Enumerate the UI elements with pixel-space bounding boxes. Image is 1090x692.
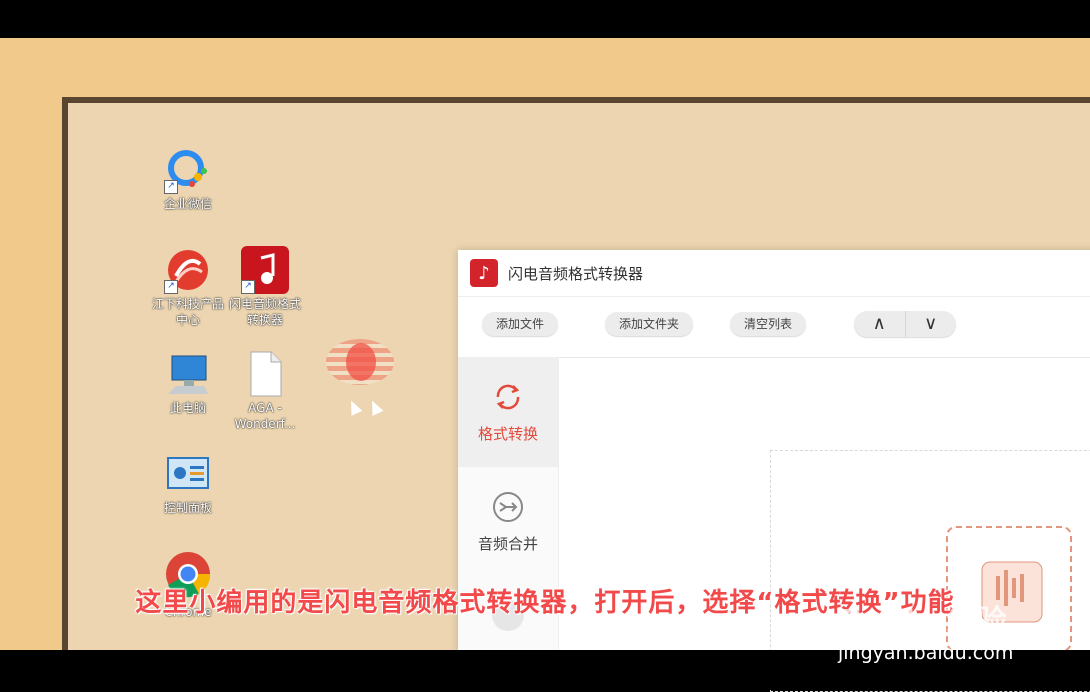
top-letterbox [0,0,1090,38]
desktop-icon-label: AGA - Wonderf... [234,401,296,431]
desktop-icon-label: 企业微信 [163,197,212,211]
sidebar: 格式转换 音频合并 [458,357,559,670]
desktop-icon-aga-file[interactable]: AGA - Wonderf... [220,350,310,432]
wecom-icon: ↗ [164,146,212,194]
desktop-icon-wecom[interactable]: ↗ 企业微信 [143,146,233,212]
app-title-bar: ♪ 闪电音频格式转换器 [458,250,1090,296]
computer-icon [164,350,212,398]
sidebar-item-format-convert[interactable]: 格式转换 [458,357,558,467]
desktop-icon-audio-converter[interactable]: ↗ 闪电音频格式转换器 [220,246,310,328]
sidebar-item-label: 格式转换 [477,425,538,443]
refresh-icon [492,381,524,413]
add-folder-button[interactable]: 添加文件夹 [605,312,694,336]
clear-list-button[interactable]: 清空列表 [730,312,807,336]
control-panel-icon [164,450,212,498]
move-up-button[interactable]: ∧ [854,311,906,337]
sidebar-item-label: 音频合并 [477,535,538,553]
baidu-watermark-url: jingyan.baidu.com [838,642,1014,664]
merge-icon [492,491,524,523]
move-down-button[interactable]: ∨ [906,311,957,337]
baidu-watermark: Baidu 经验 [840,604,1007,639]
app-title: 闪电音频格式转换器 [508,264,644,283]
file-icon [241,350,289,398]
desktop-icon-label: 江下科技产品中心 [151,297,224,327]
sidebar-item-audio-merge[interactable]: 音频合并 [458,467,558,577]
add-file-button[interactable]: 添加文件 [482,312,559,336]
desktop-icon-label: 控制面板 [163,501,212,515]
click-highlight-center [346,343,376,381]
jiangxia-icon: ↗ [164,246,212,294]
audio-converter-icon: ↗ [241,246,289,294]
toolbar: 添加文件 添加文件夹 清空列表 ∧ ∨ [458,296,1090,358]
desktop-icon-label: 闪电音频格式转换器 [228,297,301,327]
move-order-buttons: ∧ ∨ [854,311,956,337]
music-note-icon: ♪ [470,259,498,287]
desktop-icon-control-panel[interactable]: 控制面板 [143,450,233,516]
